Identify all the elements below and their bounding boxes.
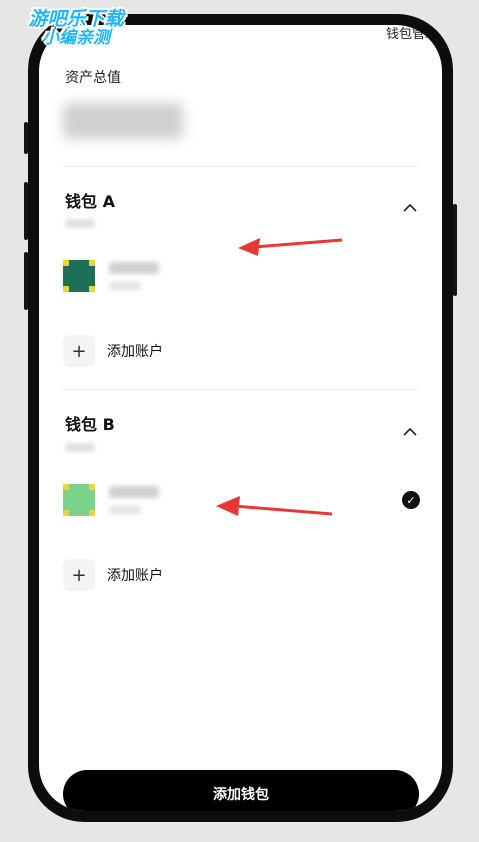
account-avatar bbox=[63, 484, 95, 516]
phone-side-button bbox=[24, 252, 28, 310]
red-arrow-annotation bbox=[216, 496, 333, 516]
red-arrow-annotation bbox=[238, 238, 343, 256]
account-address bbox=[109, 506, 141, 514]
account-name bbox=[109, 262, 159, 274]
phone-side-button bbox=[24, 182, 28, 240]
wallet-b-subtitle bbox=[65, 443, 95, 452]
wallet-a-collapse-button[interactable] bbox=[398, 195, 422, 219]
plus-icon: + bbox=[63, 335, 95, 367]
wallet-manage-link[interactable]: 钱包管理 bbox=[386, 25, 438, 42]
add-account-label: 添加账户 bbox=[107, 344, 163, 360]
add-wallet-button[interactable]: 添加钱包 bbox=[63, 770, 419, 811]
total-assets-label: 资产总值 bbox=[65, 70, 121, 86]
phone-side-button bbox=[453, 204, 457, 296]
wallet-a-subtitle bbox=[65, 219, 95, 228]
divider bbox=[63, 166, 418, 167]
watermark-line-2: 小编亲测 bbox=[42, 27, 110, 48]
watermark-line-1: 游吧乐下载 bbox=[28, 8, 124, 30]
watermark-logo: 游吧乐下载 小编亲测 bbox=[6, 8, 146, 48]
phone-frame: 钱包管理 资产总值 钱包 A + 添加账户 钱包 B ✓ + 添加账户 添加钱包 bbox=[24, 14, 457, 822]
phone-side-button bbox=[24, 122, 28, 154]
chevron-up-icon bbox=[403, 427, 417, 436]
total-assets-value bbox=[63, 103, 183, 139]
check-icon: ✓ bbox=[402, 491, 420, 509]
account-name bbox=[109, 486, 159, 498]
account-avatar bbox=[63, 260, 95, 292]
add-account-label: 添加账户 bbox=[107, 568, 163, 584]
wallet-b-title[interactable]: 钱包 B bbox=[65, 411, 115, 435]
account-address bbox=[109, 282, 141, 290]
chevron-up-icon bbox=[403, 203, 417, 212]
divider bbox=[63, 389, 418, 390]
app-screen: 钱包管理 资产总值 钱包 A + 添加账户 钱包 B ✓ + 添加账户 添加钱包 bbox=[39, 25, 442, 811]
wallet-a-account-row[interactable] bbox=[63, 256, 418, 298]
plus-icon: + bbox=[63, 559, 95, 591]
wallet-b-add-account-button[interactable]: + 添加账户 bbox=[63, 558, 163, 592]
wallet-a-add-account-button[interactable]: + 添加账户 bbox=[63, 334, 163, 368]
wallet-b-collapse-button[interactable] bbox=[398, 419, 422, 443]
wallet-a-title[interactable]: 钱包 A bbox=[65, 188, 115, 212]
